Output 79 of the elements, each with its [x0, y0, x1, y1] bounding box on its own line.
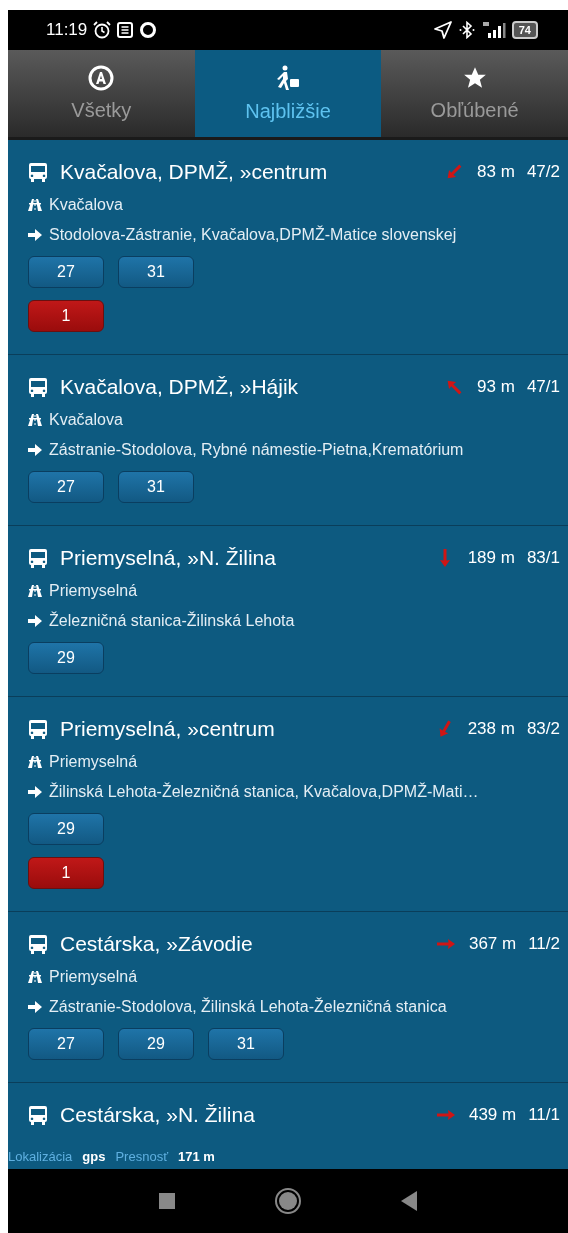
- stop-code: 11/1: [528, 1105, 560, 1125]
- stop-name: Priemyselná, »N. Žilina: [60, 546, 277, 570]
- location-value: gps: [82, 1148, 106, 1164]
- status-time: 11:19: [46, 20, 88, 40]
- ring-icon: [139, 21, 158, 39]
- stop-distance: 83 m: [477, 162, 515, 182]
- stop-code: 83/2: [526, 719, 560, 739]
- bus-icon: [28, 933, 48, 955]
- stop-distance: 238 m: [467, 719, 515, 739]
- stop-code: 47/2: [526, 162, 560, 182]
- line-number-button[interactable]: 1: [28, 857, 104, 889]
- home-button-icon[interactable]: [274, 1187, 302, 1215]
- stop-code: 83/1: [526, 548, 560, 568]
- line-number-button[interactable]: 27: [28, 471, 104, 503]
- line-number-button[interactable]: 1: [28, 300, 104, 332]
- street-name: Priemyselná: [49, 968, 138, 986]
- stop-card[interactable]: Kvačalova, DPMŽ, »centrum 83 m 47/2 Kvačalova Stodolova-Zástranie, Kvačalova,DPMŽ-Matice slovenskej 27 31 1: [8, 140, 568, 355]
- arrow-right-icon: [28, 786, 42, 798]
- bus-icon: [28, 718, 48, 740]
- arrow-right-icon: [28, 1001, 42, 1013]
- signal-icon: [481, 21, 506, 39]
- arrow-right-icon: [28, 615, 42, 627]
- stop-code: 47/1: [526, 377, 560, 397]
- location-arrow-icon: [433, 21, 452, 39]
- bus-icon: [28, 1104, 48, 1126]
- battery-level: 74: [511, 21, 538, 39]
- accuracy-value: 171 m: [178, 1148, 215, 1164]
- route-direction: Žilinská Lehota-Železničná stanica, Kvačalova,DPMŽ-Mati…: [49, 783, 479, 801]
- accuracy-label: Presnosť: [115, 1148, 169, 1164]
- stop-card[interactable]: Priemyselná, »N. Žilina 189 m 83/1 Priemyselná Železničná stanica-Žilinská Lehota 29: [8, 526, 568, 697]
- bus-icon: [28, 376, 48, 398]
- line-number-button[interactable]: 27: [28, 1028, 104, 1060]
- stop-card[interactable]: Kvačalova, DPMŽ, »Hájik 93 m 47/1 Kvačalova Zástranie-Stodolova, Rybné námestie-Pietna,Krematórium 27 31: [8, 355, 568, 526]
- route-direction: Železničná stanica-Žilinská Lehota: [49, 612, 295, 630]
- stop-distance: 367 m: [468, 934, 517, 954]
- bus-icon: [28, 547, 48, 569]
- stop-card[interactable]: Priemyselná, »centrum 238 m 83/2 Priemyselná Žilinská Lehota-Železničná stanica, Kvačalova,DPMŽ-Mati… 29 1: [8, 697, 568, 912]
- alarm-clock-icon: [93, 21, 112, 39]
- stop-distance: 93 m: [477, 377, 515, 397]
- line-number-button[interactable]: 31: [118, 471, 194, 503]
- stop-name: Kvačalova, DPMŽ, »Hájik: [60, 375, 300, 399]
- line-number-button[interactable]: 29: [118, 1028, 194, 1060]
- tab[interactable]: Všetky: [8, 50, 195, 140]
- stop-code: 11/2: [528, 934, 560, 954]
- street-name: Priemyselná: [49, 582, 138, 600]
- arrow-right-icon: [28, 444, 42, 456]
- stop-name: Cestárska, »Závodie: [60, 932, 254, 956]
- stop-name: Priemyselná, »centrum: [60, 717, 276, 741]
- road-icon: [28, 413, 42, 427]
- stop-name: Cestárska, »N. Žilina: [60, 1103, 256, 1127]
- line-number-button[interactable]: 27: [28, 256, 104, 288]
- road-icon: [28, 198, 42, 212]
- recents-button-icon[interactable]: [156, 1191, 177, 1211]
- line-number-button[interactable]: 29: [28, 813, 104, 845]
- notification-square-icon: [117, 22, 134, 38]
- bluetooth-icon: [457, 21, 476, 39]
- stop-distance: 439 m: [468, 1105, 517, 1125]
- road-icon: [28, 584, 42, 598]
- road-icon: [28, 970, 42, 984]
- stop-distance: 189 m: [467, 548, 515, 568]
- street-name: Priemyselná: [49, 753, 138, 771]
- location-label: Lokalizácia: [8, 1148, 73, 1164]
- back-button-icon[interactable]: [399, 1190, 420, 1212]
- stop-name: Kvačalova, DPMŽ, »centrum: [60, 160, 329, 184]
- route-direction: Zástranie-Stodolova, Žilinská Lehota-Železničná stanica: [49, 998, 447, 1016]
- street-name: Kvačalova: [49, 196, 123, 214]
- stop-card[interactable]: Cestárska, »N. Žilina 439 m 11/1: [8, 1083, 568, 1127]
- route-direction: Stodolova-Zástranie, Kvačalova,DPMŽ-Matice slovenskej: [49, 226, 457, 244]
- line-number-button[interactable]: 31: [208, 1028, 284, 1060]
- tab[interactable]: Obľúbené: [381, 50, 568, 140]
- street-name: Kvačalova: [49, 411, 123, 429]
- circled-a-icon: [88, 65, 115, 91]
- line-number-button[interactable]: 31: [118, 256, 194, 288]
- road-icon: [28, 755, 42, 769]
- route-direction: Zástranie-Stodolova, Rybné námestie-Pietna,Krematórium: [49, 441, 464, 459]
- line-number-button[interactable]: 29: [28, 642, 104, 674]
- stop-card[interactable]: Cestárska, »Závodie 367 m 11/2 Priemyselná Zástranie-Stodolova, Žilinská Lehota-Železničná stanica 27 29 31: [8, 912, 568, 1083]
- arrow-right-icon: [28, 229, 42, 241]
- bus-icon: [28, 161, 48, 183]
